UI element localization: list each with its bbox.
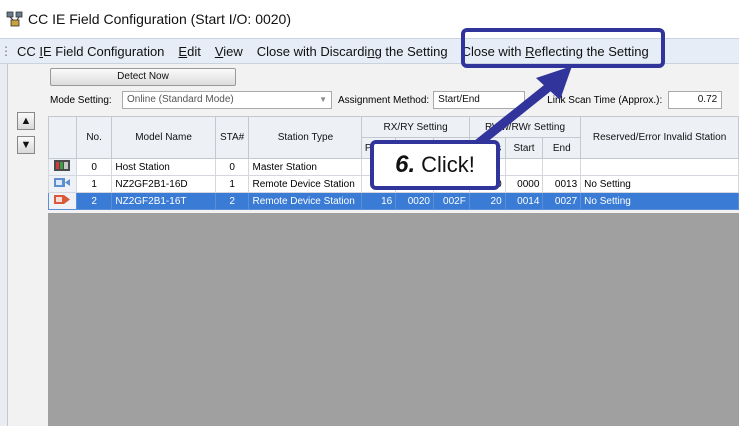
output-device-icon — [48, 192, 77, 210]
settings-row: Mode Setting: Online (Standard Mode) ▼ A… — [50, 90, 739, 110]
link-scan-time-label: Link Scan Time (Approx.): — [547, 94, 663, 106]
empty-grid-area — [48, 213, 739, 426]
row-model-name: NZ2GF2B1-16T — [111, 192, 216, 210]
row-rx-points: 16 — [361, 192, 397, 210]
row-rw-start — [504, 158, 544, 176]
step-text: Click! — [421, 152, 475, 177]
left-edge — [0, 64, 8, 426]
step-number: 6. — [395, 151, 416, 178]
reserved-header: Reserved/Error Invalid Station — [580, 116, 739, 159]
mode-setting-select[interactable]: Online (Standard Mode) ▼ — [122, 91, 332, 109]
menu-edit[interactable]: Edit — [171, 44, 207, 59]
move-down-button[interactable]: ▼ — [17, 136, 35, 154]
row-reserved: No Setting — [580, 192, 739, 210]
input-device-icon — [48, 175, 77, 193]
rxry-setting-header: RX/RY Setting — [361, 116, 470, 138]
window-title: CC IE Field Configuration (Start I/O: 00… — [28, 11, 291, 27]
menu-close-discarding[interactable]: Close with Discarding the Setting — [250, 44, 455, 59]
assignment-method-label: Assignment Method: — [338, 94, 430, 106]
row-sta: 2 — [214, 192, 250, 210]
no-header: No. — [75, 116, 113, 159]
icon-column-header — [48, 116, 77, 159]
row-station-type: Remote Device Station — [248, 175, 363, 193]
row-station-type: Remote Device Station — [248, 192, 363, 210]
row-reserved — [580, 158, 739, 176]
row-no: 1 — [75, 175, 113, 193]
highlight-frame — [461, 28, 665, 68]
table-row-selected[interactable]: 2 NZ2GF2B1-16T 2 Remote Device Station 1… — [48, 192, 739, 210]
link-scan-time-field: 0.72 — [668, 91, 723, 109]
menu-grip-icon: ⋮ — [0, 44, 12, 58]
rw-start-header: Start — [504, 137, 544, 159]
step-annotation: 6. Click! — [370, 140, 500, 190]
row-sta: 0 — [214, 158, 250, 176]
row-no: 2 — [75, 192, 113, 210]
row-rw-end: 0027 — [542, 192, 582, 210]
link-scan-time-value: 0.72 — [697, 94, 718, 105]
row-sta: 1 — [214, 175, 250, 193]
network-config-icon — [6, 10, 24, 28]
row-rw-start: 0014 — [504, 192, 544, 210]
rww-setting-header: RWw/RWr Setting — [468, 116, 582, 138]
move-up-button[interactable]: ▲ — [17, 112, 35, 130]
row-rw-start: 0000 — [504, 175, 544, 193]
row-reserved: No Setting — [580, 175, 739, 193]
row-rx-start: 0020 — [395, 192, 434, 210]
master-station-icon — [48, 158, 77, 176]
mode-setting-value: Online (Standard Mode) — [127, 94, 234, 105]
row-no: 0 — [75, 158, 113, 176]
row-rw-end: 0013 — [542, 175, 582, 193]
row-rw-points: 20 — [468, 192, 506, 210]
chevron-down-icon: ▼ — [319, 95, 327, 104]
model-name-header: Model Name — [111, 116, 216, 159]
row-rx-end: 002F — [433, 192, 470, 210]
row-model-name: NZ2GF2B1-16D — [111, 175, 216, 193]
menu-view[interactable]: View — [208, 44, 250, 59]
detect-now-button[interactable]: Detect Now — [50, 68, 236, 86]
rw-end-header: End — [542, 137, 582, 159]
sta-header: STA# — [214, 116, 250, 159]
row-model-name: Host Station — [111, 158, 216, 176]
mode-setting-label: Mode Setting: — [50, 94, 112, 106]
row-station-type: Master Station — [248, 158, 363, 176]
station-type-header: Station Type — [248, 116, 363, 159]
row-rw-end — [542, 158, 582, 176]
menu-cc-ie-field-configuration[interactable]: CC IE Field Configuration — [10, 44, 171, 59]
assignment-method-select[interactable]: Start/End — [433, 91, 526, 109]
assignment-method-value: Start/End — [438, 94, 480, 105]
